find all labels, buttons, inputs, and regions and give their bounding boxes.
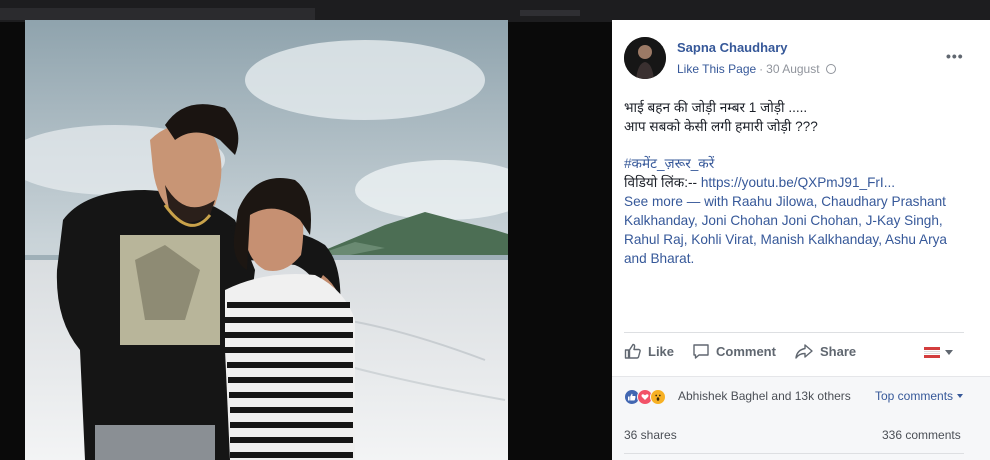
like-label: Like [648, 343, 675, 359]
tag-separator: , [858, 213, 866, 228]
comments-count[interactable]: 336 comments [882, 428, 961, 442]
ellipsis-icon: ••• [946, 48, 964, 64]
top-navigation-bar [0, 0, 990, 22]
tagged-user[interactable]: Rahul Raj [624, 232, 684, 247]
more-options-button[interactable]: ••• [946, 48, 964, 64]
thumbs-up-icon [624, 343, 641, 359]
avatar-image [624, 37, 666, 79]
and-word: and [624, 251, 651, 266]
comment-button[interactable]: Comment [692, 342, 776, 360]
tagged-user[interactable]: Kohli Virat [691, 232, 753, 247]
video-link[interactable]: https://youtu.be/QXPmJ91_FrI... [701, 175, 895, 190]
photo-illustration [25, 20, 508, 460]
end-dot: . [690, 251, 695, 266]
shares-count[interactable]: 36 shares [624, 428, 677, 442]
like-button[interactable]: Like [624, 342, 674, 360]
author-name[interactable]: Sapna Chaudhary [677, 40, 788, 55]
chevron-down-icon [957, 394, 964, 398]
tagged-user[interactable]: Manish Kalkhanday [761, 232, 879, 247]
tagged-user[interactable]: Bharat [650, 251, 690, 266]
share-button[interactable]: Share [794, 342, 856, 360]
wow-reaction-icon [650, 389, 666, 405]
tagged-user[interactable]: Raahu Jilowa [732, 194, 814, 209]
post-text: भाई बहन की जोड़ी नम्बर 1 जोड़ी ..... आप … [624, 98, 969, 268]
post-photo[interactable] [25, 20, 508, 460]
top-comments-label: Top comments [875, 389, 954, 403]
divider [624, 453, 964, 454]
blurred-search-bar [0, 8, 315, 20]
reactions-summary[interactable]: Abhishek Baghel and 13k others [678, 389, 851, 403]
share-icon [795, 344, 813, 359]
tagged-user[interactable]: Joni Chohan Joni Chohan [702, 213, 858, 228]
comment-label: Comment [716, 343, 776, 359]
meta-separator: · [759, 62, 764, 76]
top-comments-dropdown[interactable]: Top comments [875, 389, 964, 403]
globe-icon [825, 64, 836, 74]
reaction-icons[interactable] [624, 389, 666, 405]
tag-separator: , [752, 232, 761, 247]
author-avatar[interactable] [624, 37, 666, 79]
post-meta: Like This Page · 30 August [677, 62, 836, 76]
post-date[interactable]: 30 August [766, 62, 819, 76]
tag-separator: , [878, 232, 885, 247]
post-text-line: आप सबको केसी लगी हमारी जोड़ी ??? [624, 119, 818, 134]
see-more-link[interactable]: See more [624, 194, 683, 209]
post-text-line: भाई बहन की जोड़ी नम्बर 1 जोड़ी ..... [624, 100, 808, 115]
tag-separator: , [938, 213, 943, 228]
tag-separator: , [694, 213, 702, 228]
tagged-user[interactable]: J-Kay Singh [866, 213, 939, 228]
hashtag-link[interactable]: #कमेंट_ज़रूर_करें [624, 156, 714, 171]
comment-icon [693, 344, 709, 359]
tagged-user[interactable]: Ashu Arya [885, 232, 947, 247]
feedback-section: Abhishek Baghel and 13k others Top comme… [612, 376, 990, 460]
divider [624, 332, 964, 333]
like-this-page-link[interactable]: Like This Page [677, 62, 756, 76]
action-bar: Like Comment Share [624, 342, 964, 364]
video-label: विडियो लिंक:-- [624, 175, 701, 190]
chevron-down-icon [945, 349, 953, 355]
blurred-nav-item [520, 10, 580, 16]
with-prefix: — with [682, 194, 733, 209]
share-label: Share [820, 343, 857, 359]
post-panel: Sapna Chaudhary Like This Page · 30 Augu… [612, 20, 990, 460]
post-as-selector[interactable] [924, 345, 953, 359]
flag-icon [924, 345, 940, 359]
